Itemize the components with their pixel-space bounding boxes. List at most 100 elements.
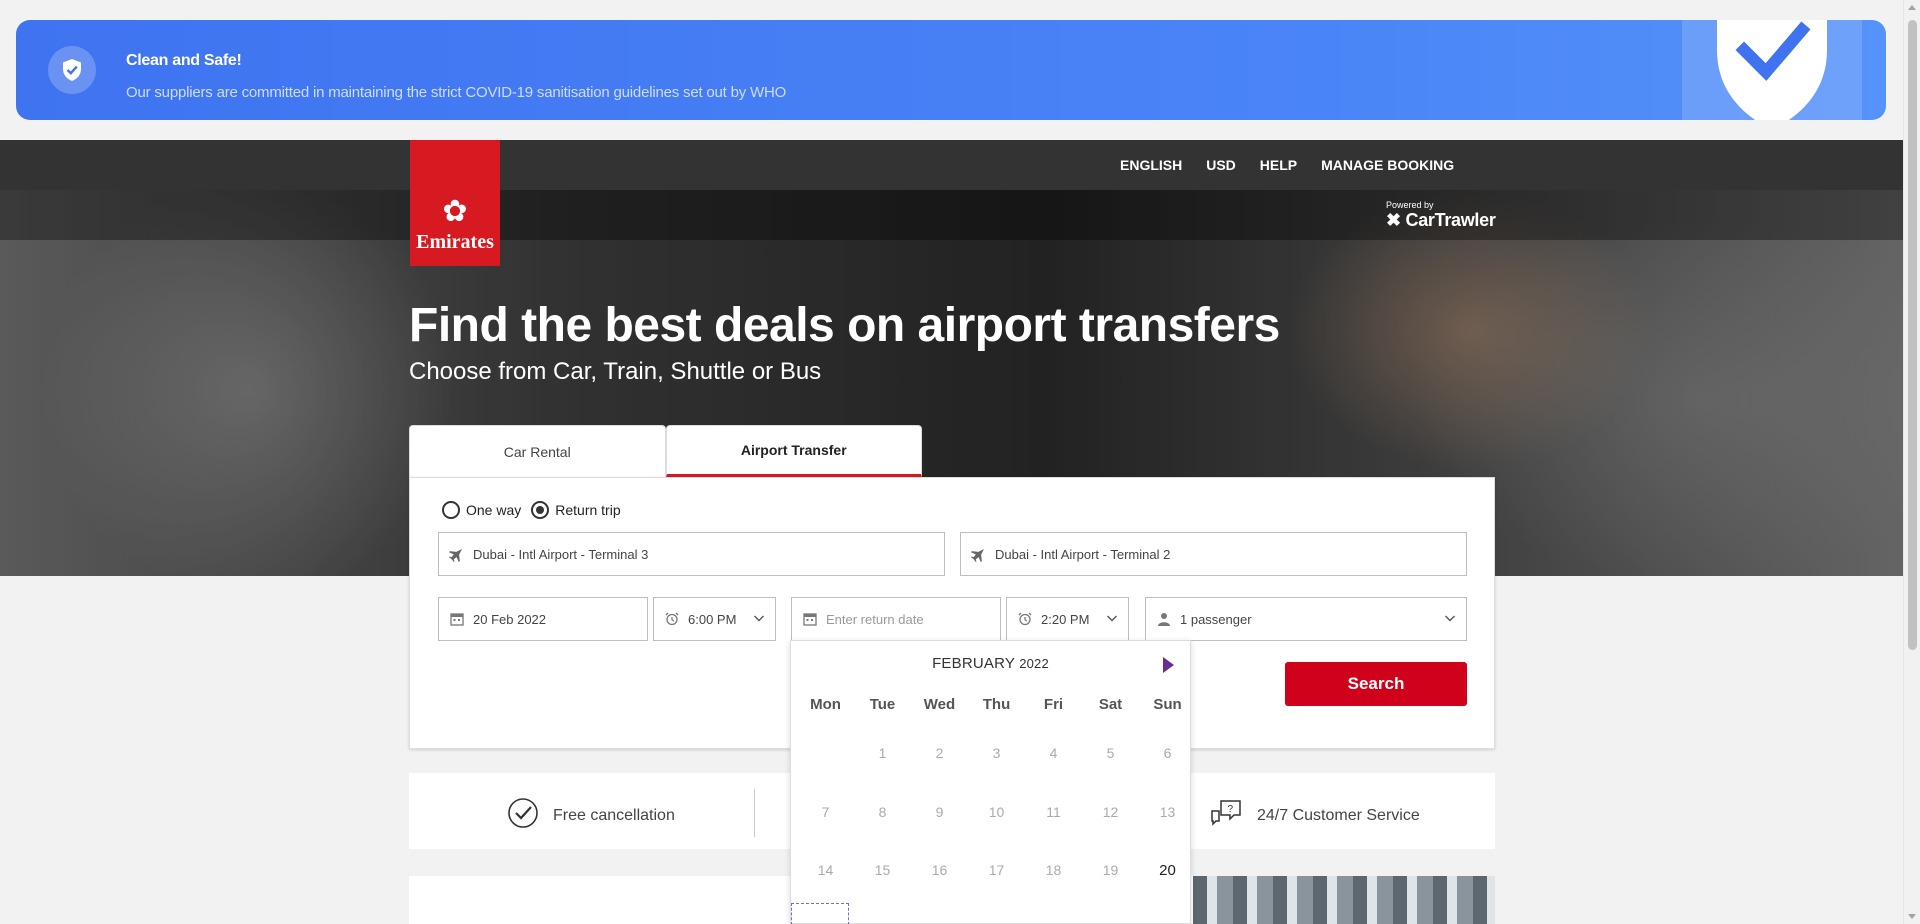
chevron-down-icon	[1445, 615, 1455, 622]
pickup-date-value: 20 Feb 2022	[473, 611, 547, 627]
calendar-day: 9	[935, 803, 944, 820]
calendar-month: FEBRUARY	[932, 655, 1015, 672]
calendar-icon	[449, 611, 465, 627]
calendar-day: 15	[874, 862, 891, 878]
free-cancellation-label: Free cancellation	[553, 806, 675, 824]
chat-question-icon: ?	[1209, 797, 1243, 834]
calendar-day: 6	[1163, 745, 1172, 761]
pickup-location-input[interactable]: Dubai - Intl Airport - Terminal 3	[438, 532, 945, 576]
top-nav-bar: ENGLISH USD HELP MANAGE BOOKING	[0, 140, 1903, 190]
cartrawler-label: CarTrawler	[1405, 210, 1496, 230]
return-time-value: 2:20 PM	[1041, 611, 1090, 627]
page-subheadline: Choose from Car, Train, Shuttle or Bus	[409, 358, 822, 385]
shield-check-icon	[48, 46, 96, 94]
return-time-select[interactable]: 2:20 PM	[1006, 597, 1129, 641]
cartrawler-logo: ✖ CarTrawler	[1386, 210, 1496, 231]
top-nav: ENGLISH USD HELP MANAGE BOOKING	[1120, 157, 1478, 173]
calendar-days-grid: 1 2 3 4 5 6 7 8 9 10 11 12 13 14 15 16 17 18 19 20	[797, 739, 1196, 915]
calendar-focus-cell[interactable]	[791, 903, 849, 924]
dropoff-location-input[interactable]: Dubai - Intl Airport - Terminal 2	[960, 532, 1467, 576]
calendar-day: 2	[935, 745, 944, 761]
logo-text: Emirates	[416, 231, 494, 253]
vertical-scrollbar[interactable]	[1903, 0, 1920, 924]
powered-by-cartrawler: Powered by ✖ CarTrawler	[1386, 200, 1496, 231]
calendar-day: 3	[992, 745, 1001, 761]
scrollbar-thumb[interactable]	[1908, 20, 1917, 650]
calendar-year: 2022	[1019, 656, 1049, 671]
banner-title: Clean and Safe!	[126, 52, 242, 69]
emirates-logo[interactable]: ✿ Emirates	[410, 140, 500, 266]
dropoff-location-value: Dubai - Intl Airport - Terminal 2	[995, 546, 1171, 562]
page-headline: Find the best deals on airport transfers	[409, 299, 1280, 352]
calendar-day: 17	[988, 862, 1005, 878]
calendar-day: 16	[931, 862, 948, 878]
one-way-radio[interactable]	[442, 501, 460, 519]
feature-free-cancellation: Free cancellation	[507, 797, 675, 834]
return-date-placeholder: Enter return date	[826, 611, 924, 627]
weekday-label: Sun	[1153, 696, 1182, 713]
trip-type-selector: One way Return trip	[442, 501, 631, 519]
nav-manage-booking[interactable]: MANAGE BOOKING	[1321, 157, 1454, 173]
passengers-select[interactable]: 1 passenger	[1145, 597, 1467, 641]
covid-banner: Clean and Safe! Our suppliers are commit…	[16, 20, 1886, 120]
pickup-date-input[interactable]: 20 Feb 2022	[438, 597, 648, 641]
passengers-value: 1 passenger	[1180, 611, 1252, 627]
pickup-time-value: 6:00 PM	[688, 611, 737, 627]
crosswalk-photo	[1193, 876, 1495, 924]
next-month-arrow-icon[interactable]	[1163, 657, 1174, 673]
shield-illustration-icon	[1682, 20, 1862, 120]
calendar-icon	[802, 611, 818, 627]
calendar-day: 19	[1102, 862, 1119, 878]
alarm-clock-icon	[664, 611, 680, 627]
svg-text:?: ?	[1228, 804, 1234, 815]
calendar-month-title: FEBRUARY 2022	[791, 655, 1190, 672]
nav-language[interactable]: ENGLISH	[1120, 157, 1182, 173]
weekday-label: Sat	[1098, 696, 1123, 713]
calendar-day: 11	[1046, 803, 1061, 820]
scroll-down-arrow-icon[interactable]	[1908, 914, 1916, 919]
alarm-clock-icon	[1017, 611, 1033, 627]
search-button[interactable]: Search	[1285, 662, 1467, 706]
airplane-icon	[449, 546, 465, 562]
pickup-time-select[interactable]: 6:00 PM	[653, 597, 776, 641]
banner-subtitle: Our suppliers are committed in maintaini…	[126, 84, 787, 101]
weekday-label: Fri	[1043, 696, 1064, 713]
airplane-icon	[971, 546, 987, 562]
calendar-day: 1	[878, 745, 887, 761]
return-date-input[interactable]: Enter return date	[791, 597, 1001, 641]
weekday-label: Wed	[923, 696, 956, 713]
chevron-down-icon	[754, 615, 764, 622]
sub-header-bar	[0, 190, 1903, 240]
tab-car-rental[interactable]: Car Rental	[409, 425, 666, 477]
calendar-weekdays: Mon Tue Wed Thu Fri Sat Sun	[791, 696, 1190, 713]
tab-airport-transfer[interactable]: Airport Transfer	[665, 425, 922, 477]
return-trip-radio[interactable]	[531, 501, 550, 519]
return-trip-label[interactable]: Return trip	[555, 502, 620, 518]
logo-emblem-icon: ✿	[442, 194, 468, 229]
calendar-day: 4	[1049, 745, 1058, 761]
nav-currency[interactable]: USD	[1206, 157, 1236, 173]
weekday-label: Tue	[869, 696, 896, 713]
calendar-day: 13	[1159, 803, 1176, 820]
nav-help[interactable]: HELP	[1260, 157, 1297, 173]
cartrawler-mark-icon: ✖	[1386, 210, 1401, 230]
one-way-label[interactable]: One way	[466, 502, 521, 518]
calendar-day: 7	[821, 803, 830, 820]
search-tabs: Car Rental Airport Transfer	[409, 425, 922, 477]
calendar-day: 12	[1102, 803, 1119, 820]
feature-customer-service: ? 24/7 Customer Service	[1209, 797, 1420, 834]
calendar-day[interactable]: 20	[1139, 856, 1196, 915]
feature-divider	[754, 789, 755, 837]
calendar-day: 10	[988, 803, 1005, 820]
calendar-day: 8	[878, 803, 887, 820]
pickup-location-value: Dubai - Intl Airport - Terminal 3	[473, 546, 649, 562]
calendar-day: 18	[1045, 862, 1062, 878]
weekday-label: Mon	[810, 696, 841, 713]
powered-by-label: Powered by	[1386, 200, 1434, 210]
person-icon	[1156, 611, 1172, 627]
calendar-day: 5	[1106, 745, 1115, 761]
weekday-label: Thu	[982, 696, 1011, 713]
calendar-day	[797, 739, 854, 798]
chevron-down-icon	[1107, 615, 1117, 622]
scroll-up-arrow-icon[interactable]	[1908, 5, 1916, 10]
